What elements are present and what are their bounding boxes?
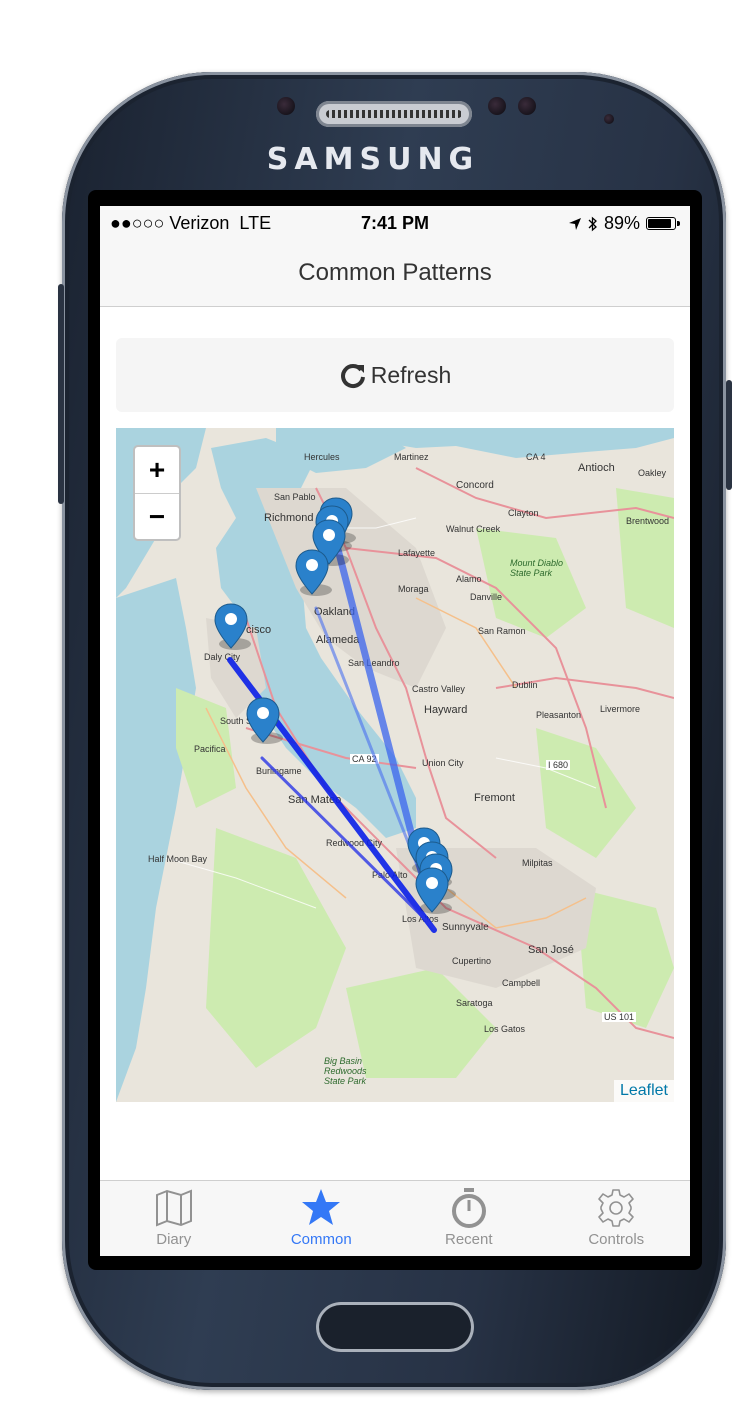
app-display: ●●○○○ Verizon LTE 7:41 PM 89% Common Pat… [100,206,690,1256]
carrier-label: ●●○○○ Verizon LTE [110,213,271,234]
leaflet-attribution-link[interactable]: Leaflet [613,1080,674,1102]
battery-icon [646,217,680,230]
volume-button [58,284,64,504]
refresh-label: Refresh [370,361,452,388]
zoom-out-button[interactable]: − [135,494,179,540]
device-brand: SAMSUNG [266,142,480,177]
zoom-in-button[interactable]: + [135,447,179,494]
tab-bar: Diary Common Recent Controls [100,1180,690,1256]
proximity-sensor [604,114,614,124]
sensor-dot-2 [518,97,536,115]
battery-percent: 89% [603,213,640,233]
earpiece-speaker [316,101,472,127]
status-right: 89% [568,213,680,234]
status-bar: ●●○○○ Verizon LTE 7:41 PM 89% [100,206,690,240]
tab-label: Recent [444,1231,493,1248]
front-camera [277,97,295,115]
stopwatch-icon [451,1188,486,1228]
route-overlay [214,497,457,933]
navigation-bar: Common Patterns [100,240,690,307]
carrier-name: ●●○○○ Verizon [110,213,230,233]
tab-recent[interactable]: Recent [395,1181,543,1256]
map-icon [155,1189,192,1227]
page-title: Common Patterns [298,259,492,286]
tab-diary[interactable]: Diary [100,1181,248,1256]
tab-common[interactable]: Common [248,1181,396,1256]
tab-label: Common [290,1231,352,1248]
refresh-icon [340,364,365,389]
star-icon [302,1189,341,1225]
location-arrow-icon [568,217,581,230]
map-marker [246,697,284,745]
map-marker [214,603,252,651]
zoom-control: + − [133,445,181,541]
sensor-dot [488,97,506,115]
network-type: LTE [239,213,272,233]
refresh-button[interactable]: Refresh [116,338,674,412]
tab-label: Controls [588,1231,645,1248]
gear-icon [598,1189,635,1227]
tab-controls[interactable]: Controls [543,1181,691,1256]
tab-label: Diary [156,1231,192,1248]
home-button[interactable] [316,1302,474,1352]
map-view[interactable]: Hercules Martinez CA 4 Antioch Oakley Co… [116,428,674,1102]
bluetooth-icon [588,216,597,231]
power-button [726,380,732,490]
